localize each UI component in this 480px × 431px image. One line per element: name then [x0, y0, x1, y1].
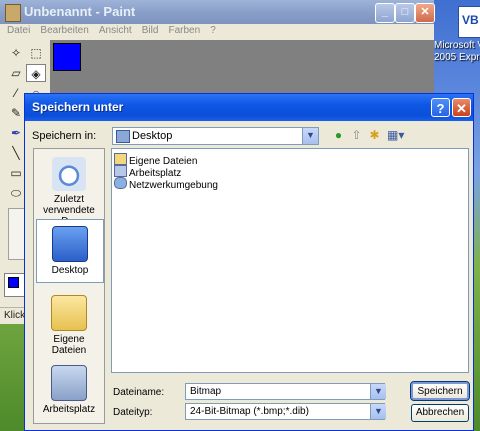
- places-my-documents-label: Eigene Dateien: [51, 334, 87, 356]
- close-button[interactable]: ✕: [415, 3, 435, 23]
- rect-select-icon[interactable]: ⬚: [26, 44, 46, 62]
- cancel-button[interactable]: Abbrechen: [411, 404, 469, 422]
- desktop-shortcut-label-2[interactable]: 2005 Expre: [434, 52, 480, 63]
- places-my-documents[interactable]: Eigene Dateien: [36, 295, 102, 356]
- maximize-button[interactable]: □: [395, 3, 415, 23]
- color-picker-icon[interactable]: ⁄: [6, 84, 26, 102]
- drawing-canvas[interactable]: [53, 43, 81, 71]
- paint-title-bar[interactable]: Unbenannt - Paint _ □ ✕: [0, 0, 435, 24]
- view-menu-icon[interactable]: ▦▾: [387, 128, 404, 143]
- menu-bearbeiten[interactable]: Bearbeiten: [40, 24, 88, 38]
- free-select-icon[interactable]: ✧: [6, 44, 26, 62]
- fill-bucket-icon[interactable]: ◈: [26, 64, 46, 82]
- save-button[interactable]: Speichern: [410, 381, 470, 401]
- my-documents-icon: [51, 295, 87, 331]
- places-recent[interactable]: Zuletzt verwendete D...: [36, 157, 102, 227]
- filetype-label: Dateityp:: [113, 407, 153, 418]
- visual-basic-shortcut-icon[interactable]: VB: [458, 6, 480, 38]
- ellipse-icon[interactable]: ⬭: [6, 184, 26, 202]
- line-icon[interactable]: ╲: [6, 144, 26, 162]
- back-icon[interactable]: ●: [331, 128, 346, 143]
- folder-icon: [114, 153, 127, 165]
- rectangle-icon[interactable]: ▭: [6, 164, 26, 182]
- places-desktop-label: Desktop: [51, 265, 89, 276]
- new-folder-icon[interactable]: ✱: [367, 128, 382, 143]
- places-my-computer-label: Arbeitsplatz: [42, 404, 96, 415]
- eraser-icon[interactable]: ▱: [6, 64, 26, 82]
- dialog-title: Speichern unter: [32, 100, 124, 114]
- paint-window-title: Unbenannt - Paint: [24, 4, 136, 19]
- filename-field[interactable]: Bitmap ▼: [185, 383, 386, 400]
- look-in-dropdown[interactable]: Desktop ▼: [112, 127, 319, 145]
- foreground-color-swatch: [8, 277, 19, 288]
- filetype-value: 24-Bit-Bitmap (*.bmp;*.dib): [190, 406, 309, 417]
- computer-icon: [114, 165, 127, 177]
- desktop-icon: [52, 226, 88, 262]
- dialog-title-bar[interactable]: Speichern unter ? ✕: [25, 94, 473, 121]
- list-item-label: Netzwerkumgebung: [129, 180, 218, 191]
- look-in-value: Desktop: [132, 130, 173, 142]
- recent-documents-icon: [52, 157, 86, 191]
- desktop-shortcut-label[interactable]: Microsoft Vi: [434, 40, 480, 51]
- up-folder-icon[interactable]: ⇧: [349, 128, 364, 143]
- help-button[interactable]: ?: [431, 98, 450, 117]
- menu-farben[interactable]: Farben: [168, 24, 200, 38]
- minimize-button[interactable]: _: [375, 3, 395, 23]
- chevron-down-icon[interactable]: ▼: [370, 404, 386, 419]
- my-computer-icon: [51, 365, 87, 401]
- network-icon: [114, 177, 127, 189]
- dialog-close-button[interactable]: ✕: [452, 98, 471, 117]
- filename-label: Dateiname:: [113, 387, 165, 398]
- file-list[interactable]: Eigene Dateien Arbeitsplatz Netzwerkumge…: [111, 148, 469, 373]
- menu-ansicht[interactable]: Ansicht: [99, 24, 132, 38]
- chevron-down-icon[interactable]: ▼: [302, 128, 318, 144]
- filename-value: Bitmap: [190, 386, 222, 397]
- pencil-icon[interactable]: ✎: [6, 104, 26, 122]
- menu-bild[interactable]: Bild: [142, 24, 159, 38]
- save-as-dialog: Speichern unter ? ✕ Speichern in: Deskto…: [24, 93, 474, 431]
- look-in-label: Speichern in:: [32, 130, 97, 142]
- paint-app-icon[interactable]: [5, 4, 21, 22]
- brush-icon[interactable]: ✒: [6, 124, 26, 142]
- filetype-select[interactable]: 24-Bit-Bitmap (*.bmp;*.dib) ▼: [185, 403, 386, 420]
- menu-help[interactable]: ?: [210, 24, 216, 38]
- places-bar: Zuletzt verwendete D... Desktop Eigene D…: [33, 148, 105, 424]
- menu-datei[interactable]: Datei: [7, 24, 30, 38]
- desktop-small-icon: [116, 130, 130, 143]
- list-item[interactable]: Netzwerkumgebung: [114, 177, 218, 191]
- paint-menu-bar: Datei Bearbeiten Ansicht Bild Farben ?: [0, 24, 434, 38]
- chevron-down-icon[interactable]: ▼: [370, 384, 386, 399]
- places-desktop[interactable]: Desktop: [36, 219, 104, 283]
- places-my-computer[interactable]: Arbeitsplatz: [36, 365, 102, 415]
